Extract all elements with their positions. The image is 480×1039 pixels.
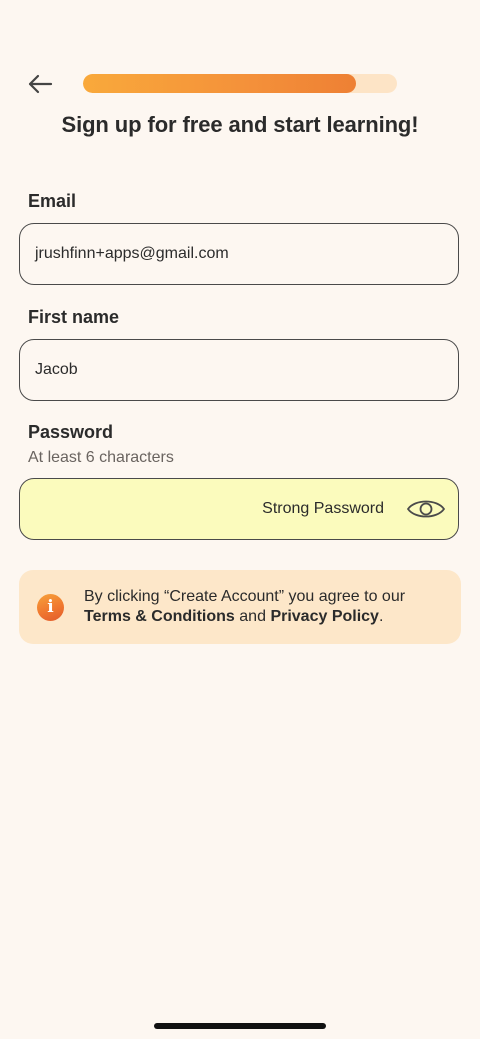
terms-notice-connector: and	[239, 608, 266, 625]
home-indicator	[154, 1023, 326, 1029]
terms-notice-period: .	[378, 608, 384, 625]
terms-notice-intro: By clicking “Create Account” you agree t…	[84, 588, 406, 605]
email-value: jrushfinn+apps@gmail.com	[35, 245, 229, 262]
terms-notice: i By clicking “Create Account” you agree…	[19, 570, 461, 644]
signup-progress-fill	[83, 74, 357, 93]
password-label: Password	[28, 422, 114, 442]
signup-progress-bar	[83, 74, 397, 93]
terms-link[interactable]: Terms & Conditions	[84, 608, 235, 625]
page-title: Sign up for free and start learning!	[61, 112, 419, 137]
arrow-left-icon	[28, 74, 53, 94]
email-label: Email	[28, 191, 77, 211]
email-field[interactable]: jrushfinn+apps@gmail.com	[19, 223, 459, 285]
eye-icon[interactable]	[406, 495, 446, 523]
info-icon: i	[37, 593, 64, 621]
back-button[interactable]	[22, 66, 58, 102]
privacy-policy-link[interactable]: Privacy Policy	[270, 608, 379, 625]
terms-notice-text: By clicking “Create Account” you agree t…	[84, 587, 405, 627]
first-name-field[interactable]: Jacob	[19, 339, 459, 401]
password-hint: At least 6 characters	[28, 449, 174, 466]
first-name-value: Jacob	[35, 361, 78, 378]
first-name-label: First name	[28, 307, 120, 327]
password-field[interactable]: Strong Password	[19, 478, 459, 540]
password-strength-label: Strong Password	[262, 500, 384, 517]
